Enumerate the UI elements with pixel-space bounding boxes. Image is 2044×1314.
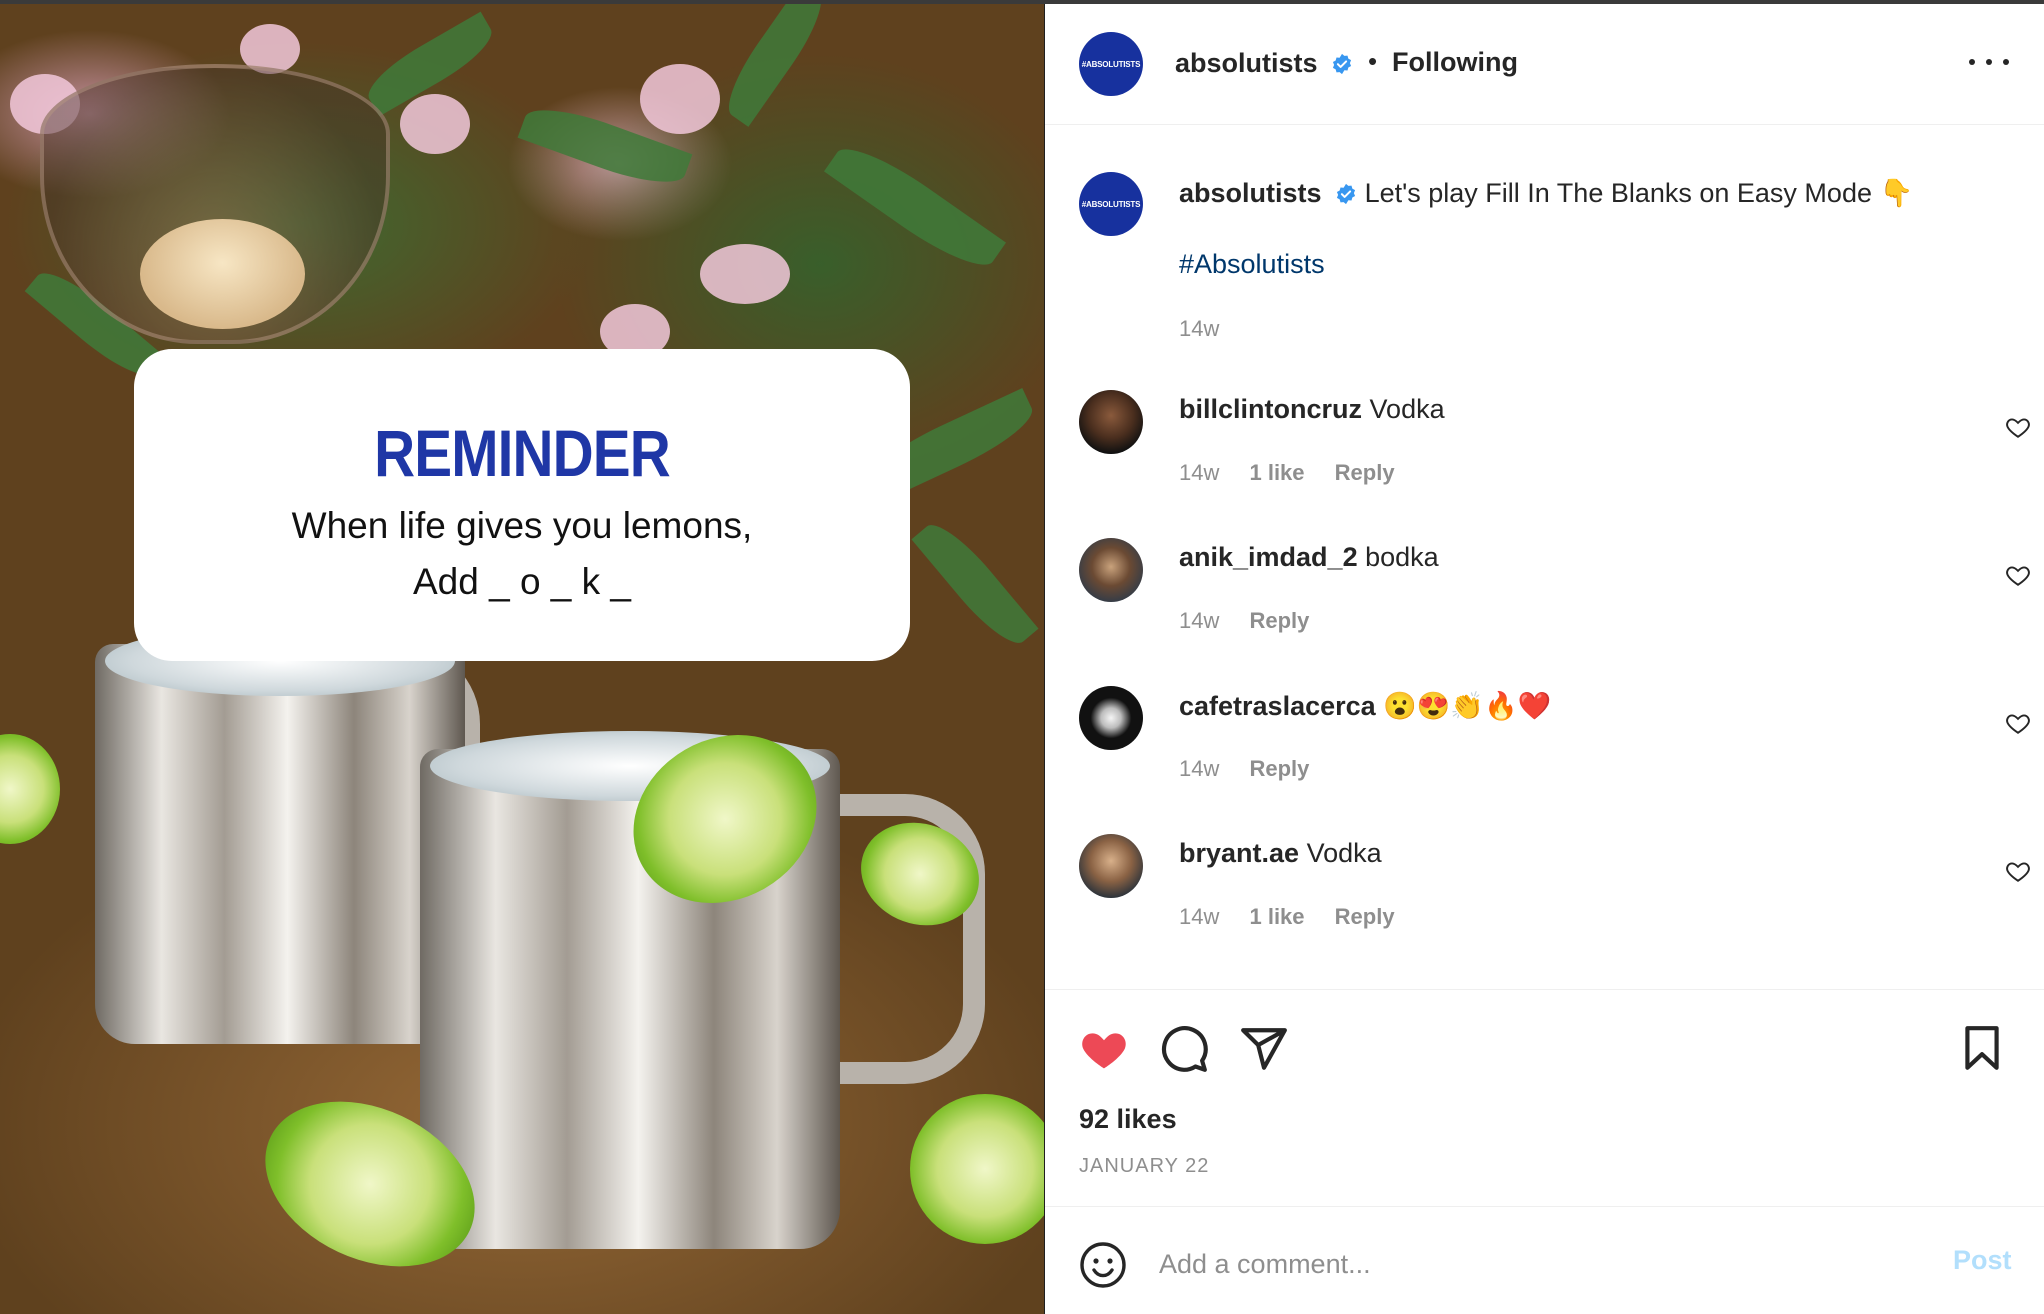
comment-username[interactable]: billclintoncruz	[1179, 394, 1362, 424]
post-image[interactable]: REMINDER When life gives you lemons, Add…	[0, 4, 1044, 1314]
smiley-icon[interactable]	[1079, 1241, 1127, 1289]
comment-username[interactable]: cafetraslacerca	[1179, 691, 1376, 721]
caption-hashtag[interactable]: #Absolutists	[1179, 249, 1325, 280]
heart-outline-icon[interactable]	[2005, 858, 2031, 884]
following-button[interactable]: Following	[1392, 47, 1518, 78]
caption-timestamp[interactable]: 14w	[1179, 316, 1219, 342]
heart-outline-icon[interactable]	[2005, 710, 2031, 736]
comment-time[interactable]: 14w	[1179, 608, 1219, 633]
reminder-card: REMINDER When life gives you lemons, Add…	[134, 349, 910, 661]
comment-composer: Post	[1045, 1206, 2044, 1314]
comment-time[interactable]: 14w	[1179, 460, 1219, 485]
heart-filled-icon[interactable]	[1079, 1024, 1129, 1074]
profile-avatar[interactable]: #ABSOLUTISTS	[1079, 32, 1143, 96]
flower	[700, 244, 790, 304]
reply-button[interactable]: Reply	[1335, 904, 1395, 929]
comment-item: billclintoncruz Vodka 14w 1 like Reply	[1045, 390, 2044, 520]
paper-plane-icon[interactable]	[1239, 1024, 1289, 1074]
verified-badge-icon	[1332, 53, 1352, 75]
caption-avatar[interactable]: #ABSOLUTISTS	[1079, 172, 1143, 236]
comment-body: bodka	[1365, 542, 1439, 572]
comment-likes[interactable]: 1 like	[1249, 904, 1304, 929]
caption-username[interactable]: absolutists	[1179, 178, 1322, 208]
comment-item: bryant.ae Vodka 14w 1 like Reply	[1045, 834, 2044, 964]
avatar-text: #ABSOLUTISTS	[1081, 199, 1141, 209]
bookmark-icon[interactable]	[1957, 1024, 2007, 1074]
comment-time[interactable]: 14w	[1179, 756, 1219, 781]
reminder-line-2: Add _ o _ k _	[412, 561, 632, 602]
comment-likes[interactable]: 1 like	[1249, 460, 1304, 485]
avatar-text: #ABSOLUTISTS	[1081, 59, 1141, 69]
comment-meta: 14w 1 like Reply	[1179, 460, 1419, 486]
commenter-avatar[interactable]	[1079, 834, 1143, 898]
verified-badge-icon	[1336, 183, 1356, 205]
lime-wedge	[910, 1094, 1044, 1244]
reply-button[interactable]: Reply	[1249, 756, 1309, 781]
copper-mug-left	[95, 626, 465, 1044]
likes-count[interactable]: 92 likes	[1079, 1104, 1177, 1135]
comment-text: cafetraslacerca 😮😍👏🔥❤️	[1179, 690, 1551, 722]
comment-item: cafetraslacerca 😮😍👏🔥❤️ 14w Reply	[1045, 686, 2044, 816]
comment-text: billclintoncruz Vodka	[1179, 394, 1445, 425]
candle	[140, 219, 305, 329]
comment-input[interactable]	[1159, 1237, 1859, 1291]
post-sidebar: #ABSOLUTISTS absolutists • Following #AB…	[1045, 4, 2044, 1314]
reminder-title: REMINDER	[374, 416, 671, 490]
post-date[interactable]: JANUARY 22	[1079, 1155, 1209, 1178]
heart-outline-icon[interactable]	[2005, 414, 2031, 440]
comment-item: anik_imdad_2 bodka 14w Reply	[1045, 538, 2044, 668]
comment-bubble-icon[interactable]	[1159, 1024, 1209, 1074]
comment-body: Vodka	[1369, 394, 1445, 424]
username-text[interactable]: absolutists	[1175, 48, 1318, 78]
reminder-line-1: When life gives you lemons,	[291, 505, 753, 546]
comment-body: 😮😍👏🔥❤️	[1383, 691, 1552, 721]
heart-outline-icon[interactable]	[2005, 562, 2031, 588]
separator-dot: •	[1368, 46, 1378, 76]
comment-text: anik_imdad_2 bodka	[1179, 542, 1439, 573]
lime-wedge	[0, 734, 60, 844]
comment-meta: 14w Reply	[1179, 756, 1333, 782]
foliage	[715, 4, 835, 127]
post-button[interactable]: Post	[1953, 1245, 2012, 1276]
comment-username[interactable]: anik_imdad_2	[1179, 542, 1358, 572]
flower	[640, 64, 720, 134]
foliage	[911, 513, 1039, 655]
post-header: #ABSOLUTISTS absolutists • Following	[1045, 4, 2044, 125]
foliage	[823, 133, 1007, 281]
reply-button[interactable]: Reply	[1335, 460, 1395, 485]
comment-meta: 14w 1 like Reply	[1179, 904, 1419, 930]
commenter-avatar[interactable]	[1079, 538, 1143, 602]
comment-text: bryant.ae Vodka	[1179, 838, 1382, 869]
comment-time[interactable]: 14w	[1179, 904, 1219, 929]
comment-username[interactable]: bryant.ae	[1179, 838, 1299, 868]
action-bar: 92 likes JANUARY 22	[1045, 989, 2044, 1229]
flower	[400, 94, 470, 154]
caption-text: Let's play Fill In The Blanks on Easy Mo…	[1364, 178, 1914, 208]
reply-button[interactable]: Reply	[1249, 608, 1309, 633]
commenter-avatar[interactable]	[1079, 686, 1143, 750]
caption-line: absolutists Let's play Fill In The Blank…	[1179, 177, 1913, 209]
more-options-icon[interactable]	[1969, 52, 2009, 72]
header-username[interactable]: absolutists	[1175, 48, 1353, 79]
comment-meta: 14w Reply	[1179, 608, 1333, 634]
commenter-avatar[interactable]	[1079, 390, 1143, 454]
comment-body: Vodka	[1306, 838, 1382, 868]
